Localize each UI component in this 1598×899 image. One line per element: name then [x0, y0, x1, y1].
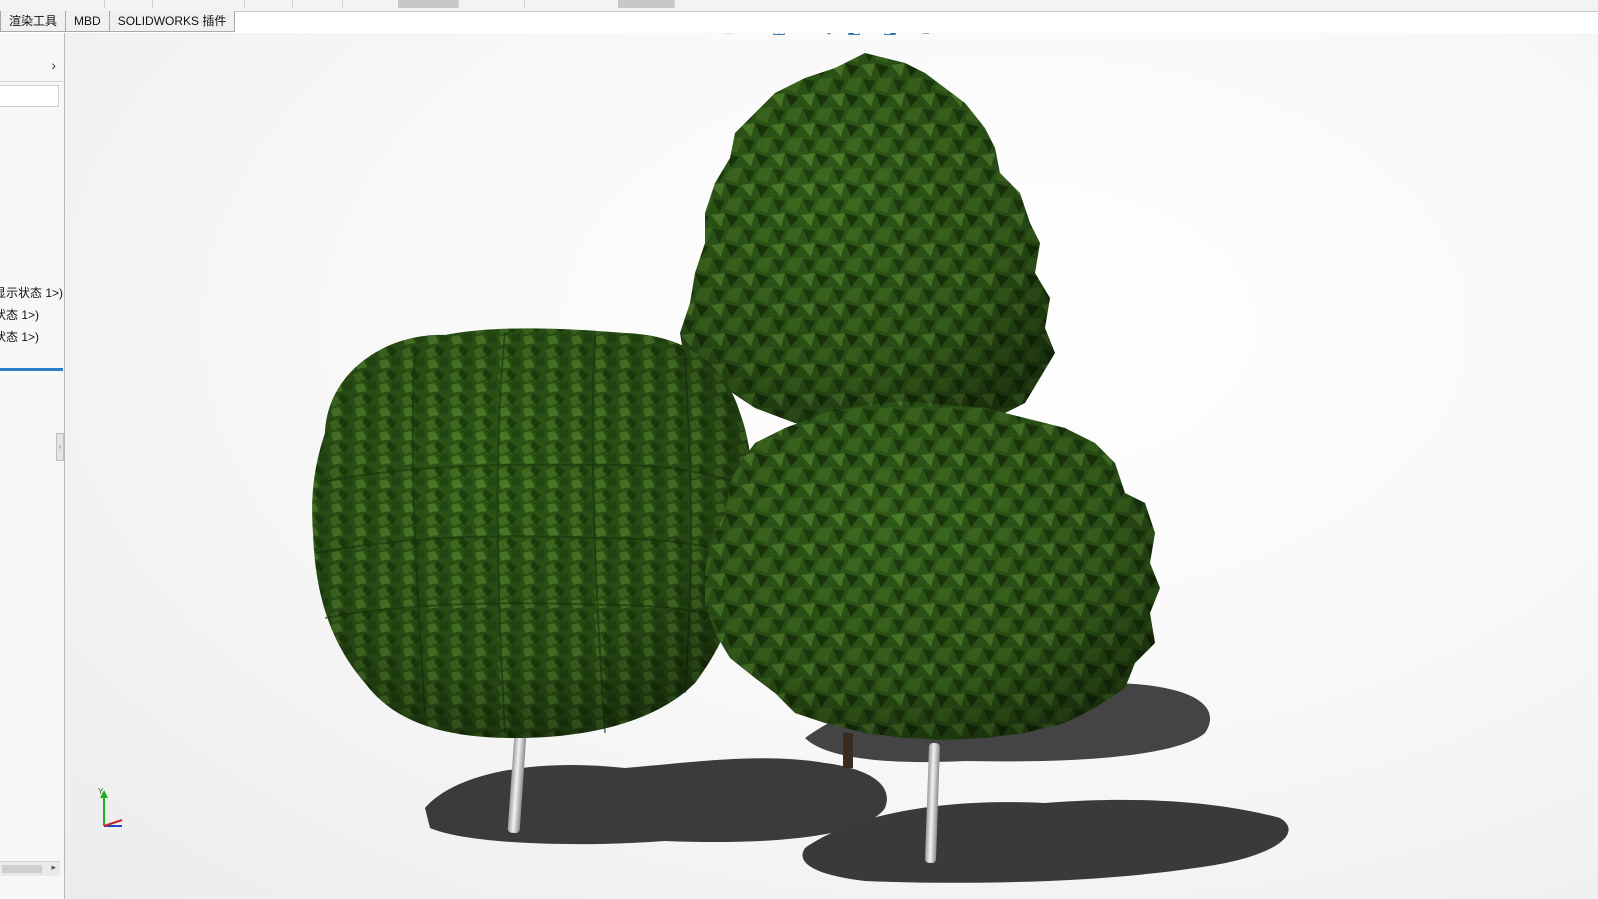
- tab-solidworks-addins[interactable]: SOLIDWORKS 插件: [109, 11, 236, 32]
- panel-collapse-grip[interactable]: ‹: [56, 433, 64, 461]
- reference-triad: Y: [98, 787, 123, 827]
- feature-manager-panel: › 显示状态 1>) 状态 1>) 状态 1>) ‹ ▸: [0, 33, 65, 899]
- monitor-icon[interactable]: ▭: [1012, 33, 1034, 39]
- triad-y-label: Y: [98, 787, 104, 796]
- ribbon-segment-active[interactable]: [398, 0, 459, 8]
- apply-scene-icon[interactable]: ◒: [976, 33, 998, 39]
- tree-item-display-state[interactable]: 状态 1>): [0, 306, 39, 323]
- ribbon-top-strip: [0, 0, 1598, 12]
- tree-trunk: [843, 733, 853, 768]
- ribbon-segment-active[interactable]: [618, 0, 675, 8]
- ribbon-segment[interactable]: [0, 0, 105, 8]
- zoom-to-fit-icon[interactable]: ⌕: [693, 33, 715, 39]
- filter-input[interactable]: [0, 85, 59, 107]
- ground-shadow: [425, 758, 887, 845]
- view-orientation-cube-icon[interactable]: ⬡: [818, 33, 840, 39]
- hide-show-items-icon[interactable]: ◨: [879, 33, 901, 39]
- heads-up-view-toolbar: ⊥ ⌕ ⊡ ↶ ◫ ✎ ⬡ ◧ ▾ ◨ ▾ 👁 ▾ ◕ ◒ ▾ ▭ ▾: [668, 33, 1045, 40]
- ribbon-segment[interactable]: [244, 0, 293, 8]
- panel-header-row: ›: [0, 53, 64, 82]
- scrollbar-thumb[interactable]: [2, 865, 42, 873]
- scroll-right-icon[interactable]: ▸: [51, 862, 56, 873]
- dynamic-annotation-icon[interactable]: ✎: [793, 33, 815, 39]
- ribbon-segment[interactable]: [292, 0, 343, 8]
- tree-item-display-state[interactable]: 显示状态 1>): [0, 284, 63, 301]
- view-orientation-icon[interactable]: ⊥: [668, 33, 690, 39]
- tab-mbd[interactable]: MBD: [66, 11, 110, 32]
- zoom-to-area-icon[interactable]: ⊡: [718, 33, 740, 39]
- horizontal-scrollbar[interactable]: ▸: [0, 861, 60, 876]
- ribbon-segment[interactable]: [104, 0, 153, 8]
- section-view-icon[interactable]: ◫: [768, 33, 790, 39]
- graphics-area[interactable]: ⊥ ⌕ ⊡ ↶ ◫ ✎ ⬡ ◧ ▾ ◨ ▾ 👁 ▾ ◕ ◒ ▾ ▭ ▾ ▯ Y: [65, 33, 1598, 899]
- tree-item-display-state[interactable]: 状态 1>): [0, 328, 39, 345]
- tree-models-scene: [312, 53, 1289, 883]
- display-style-icon[interactable]: ◧: [843, 33, 865, 39]
- tree-tall-pointed: [680, 53, 1055, 433]
- expand-arrow-icon[interactable]: ›: [51, 57, 56, 73]
- panel-splitter[interactable]: [0, 368, 63, 371]
- eye-icon[interactable]: 👁: [915, 33, 937, 39]
- tree-round-bubbly: [312, 328, 752, 834]
- ribbon-segment[interactable]: [152, 0, 245, 8]
- previous-view-icon[interactable]: ↶: [743, 33, 765, 39]
- command-manager-tabs: 渲染工具 MBD SOLIDWORKS 插件: [0, 11, 236, 33]
- ribbon-segment[interactable]: [458, 0, 525, 8]
- edit-appearance-icon[interactable]: ◕: [951, 33, 973, 39]
- tab-render-tools[interactable]: 渲染工具: [0, 11, 67, 32]
